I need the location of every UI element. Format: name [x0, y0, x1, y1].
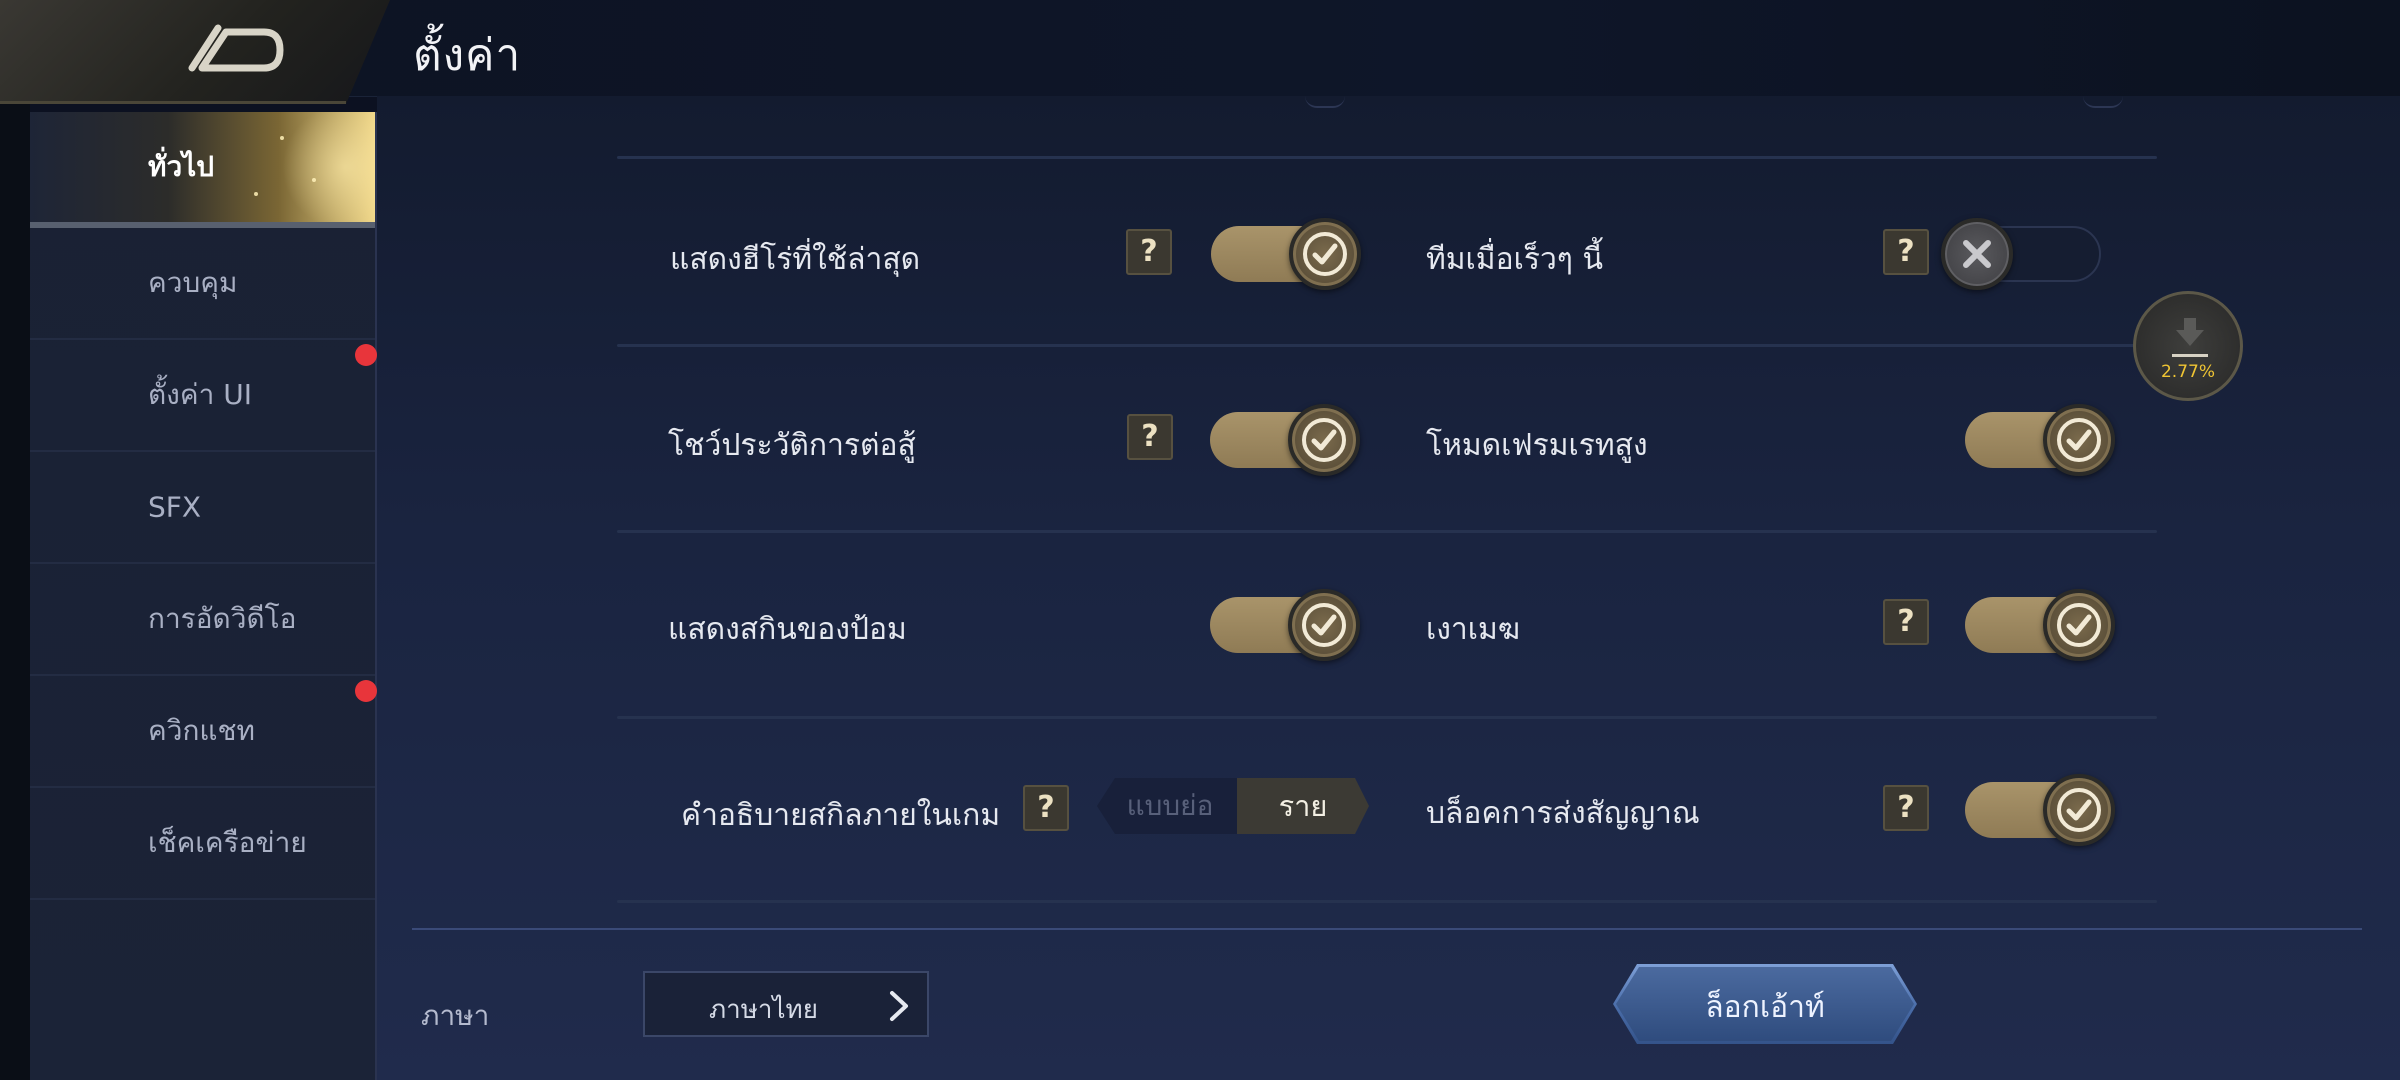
download-progress-bar	[2172, 354, 2208, 357]
high-framerate-label: โหมดเฟรมเรทสูง	[1426, 428, 1648, 463]
checkmark-icon	[1302, 603, 1346, 647]
recent-team-help-button[interactable]: ?	[1883, 229, 1929, 275]
sidebar-item-controls[interactable]: ควบคุม	[30, 228, 375, 340]
row-divider	[617, 716, 2157, 719]
language-select[interactable]: ภาษาไทย	[643, 971, 929, 1037]
cloud-shadow-toggle[interactable]	[1965, 589, 2119, 661]
sparkle-decoration	[254, 192, 258, 196]
settings-sidebar: ทั่วไป ควบคุม ตั้งค่า UI SFX การอัดวิดีโ…	[30, 112, 377, 1080]
download-arrow-icon	[2176, 318, 2204, 346]
sidebar-item-network-check[interactable]: เช็คเครือข่าย	[30, 788, 375, 900]
cloud-shadow-help-button[interactable]: ?	[1883, 599, 1929, 645]
checkmark-icon	[1302, 418, 1346, 462]
back-arrow-icon	[188, 24, 284, 72]
sidebar-item-label: ตั้งค่า UI	[148, 378, 252, 411]
checkmark-icon	[1303, 232, 1347, 276]
language-label: ภาษา	[421, 999, 490, 1032]
sidebar-item-video-recording[interactable]: การอัดวิดีโอ	[30, 564, 375, 676]
turret-skin-toggle[interactable]	[1210, 589, 1364, 661]
checkmark-icon	[2057, 603, 2101, 647]
sparkle-decoration	[312, 178, 316, 182]
scroll-hint-mark	[1305, 96, 1345, 108]
skill-description-selector[interactable]: แบบย่อ รายละเอียด	[1097, 778, 1369, 834]
toggle-knob	[1288, 589, 1360, 661]
toggle-knob	[2043, 404, 2115, 476]
recent-heroes-help-button[interactable]: ?	[1126, 229, 1172, 275]
skill-description-label: คำอธิบายสกิลภายในเกม	[681, 798, 1001, 833]
recent-heroes-label: แสดงฮีโร่ที่ใช้ล่าสุด	[670, 242, 921, 277]
download-progress-bubble[interactable]: 2.77%	[2133, 291, 2243, 401]
sparkle-decoration	[280, 136, 284, 140]
block-signal-toggle[interactable]	[1965, 774, 2119, 846]
page-title: ตั้งค่า	[413, 30, 522, 81]
option-detailed[interactable]: รายละเอียด	[1237, 778, 1369, 834]
block-signal-label: บล็อคการส่งสัญญาณ	[1426, 796, 1700, 831]
footer-divider	[412, 928, 2362, 930]
turret-skin-label: แสดงสกินของป้อม	[668, 612, 907, 647]
settings-content: แสดงฮีโร่ที่ใช้ล่าสุด ? ทีมเมื่อเร็วๆ นี…	[377, 96, 2400, 1080]
scroll-hint-mark	[2083, 96, 2123, 108]
battle-history-help-button[interactable]: ?	[1127, 414, 1173, 460]
sidebar-item-label: ควบคุม	[148, 266, 238, 299]
logout-label: ล็อกเอ้าท์	[1705, 990, 1825, 1025]
sidebar-item-general[interactable]: ทั่วไป	[30, 112, 375, 228]
top-bar: ตั้งค่า	[0, 0, 2400, 104]
toggle-knob	[1941, 218, 2013, 290]
toggle-knob	[2043, 774, 2115, 846]
notification-dot	[355, 680, 377, 702]
sidebar-item-label: ทั่วไป	[148, 150, 215, 183]
sidebar-item-label: ควิกแชท	[148, 714, 255, 747]
sidebar-item-label: เช็คเครือข่าย	[148, 826, 307, 859]
block-signal-help-button[interactable]: ?	[1883, 785, 1929, 831]
toggle-knob	[2043, 589, 2115, 661]
logout-button[interactable]: ล็อกเอ้าท์	[1613, 964, 1917, 1044]
row-divider	[617, 900, 2157, 903]
recent-heroes-toggle[interactable]	[1211, 218, 1365, 290]
language-value: ภาษาไทย	[709, 995, 818, 1025]
sidebar-item-quick-chat[interactable]: ควิกแชท	[30, 676, 377, 788]
high-framerate-toggle[interactable]	[1965, 404, 2119, 476]
back-button[interactable]	[0, 0, 390, 104]
row-divider	[617, 156, 2157, 159]
close-icon	[1963, 240, 1991, 268]
battle-history-label: โชว์ประวัติการต่อสู้	[668, 428, 916, 463]
row-divider	[617, 530, 2157, 533]
recent-team-label: ทีมเมื่อเร็วๆ นี้	[1426, 242, 1603, 277]
checkmark-icon	[2057, 788, 2101, 832]
row-divider	[617, 344, 2157, 347]
sidebar-item-label: การอัดวิดีโอ	[148, 602, 297, 635]
download-progress-text: 2.77%	[2160, 362, 2215, 382]
sidebar-item-ui-settings[interactable]: ตั้งค่า UI	[30, 340, 377, 452]
left-edge-strip	[0, 0, 30, 1080]
notification-dot	[355, 344, 377, 366]
cloud-shadow-label: เงาเมฆ	[1426, 612, 1521, 647]
toggle-knob	[1289, 218, 1361, 290]
skill-description-help-button[interactable]: ?	[1023, 785, 1069, 831]
chevron-right-icon	[890, 991, 908, 1021]
sidebar-item-label: SFX	[148, 490, 202, 524]
toggle-knob	[1288, 404, 1360, 476]
checkmark-icon	[2057, 418, 2101, 462]
recent-team-toggle[interactable]	[1941, 218, 2107, 290]
option-brief[interactable]: แบบย่อ	[1097, 778, 1243, 834]
sidebar-item-sfx[interactable]: SFX	[30, 452, 375, 564]
battle-history-toggle[interactable]	[1210, 404, 1364, 476]
